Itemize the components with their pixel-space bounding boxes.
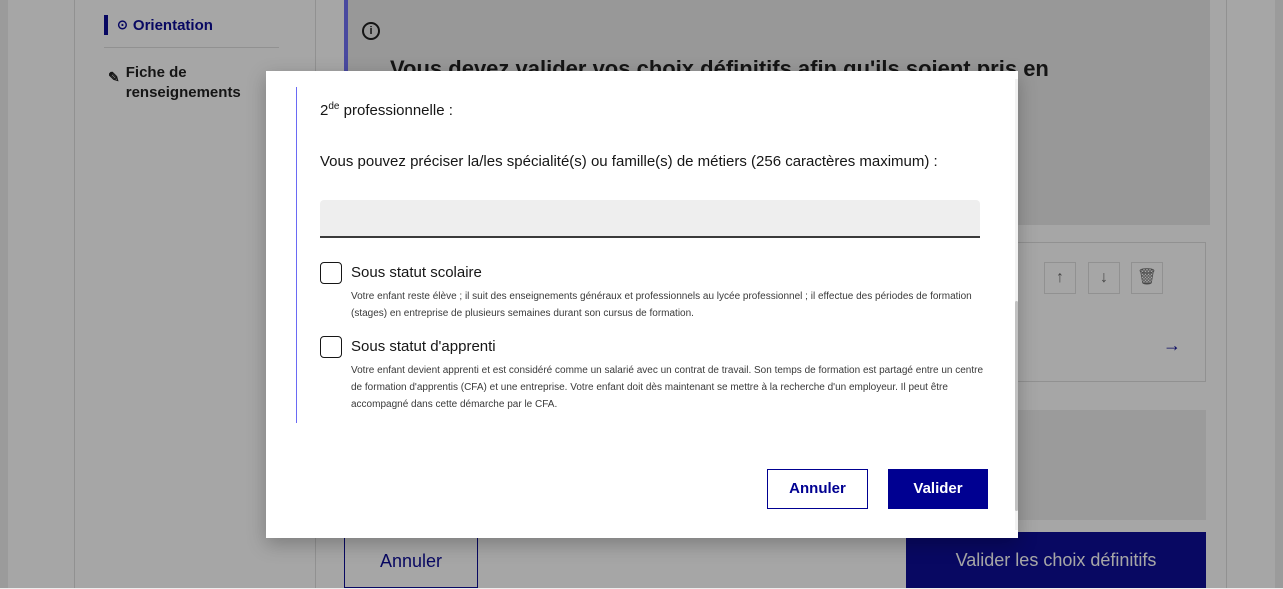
option-description: Votre enfant devient apprenti et est con…: [351, 365, 984, 410]
checkbox[interactable]: [320, 262, 342, 284]
scroll-down-icon[interactable]: ⌄: [1017, 521, 1018, 532]
checkbox[interactable]: [320, 336, 342, 358]
option-title: Sous statut d'apprenti: [351, 338, 496, 355]
modal-cancel-button[interactable]: Annuler: [767, 469, 868, 509]
modal-scrollbar-thumb[interactable]: [1015, 301, 1018, 511]
specialty-input[interactable]: [320, 200, 980, 238]
modal-accent-line: [296, 87, 297, 423]
choice-modal: 2de professionnelle : Vous pouvez précis…: [266, 71, 1018, 538]
modal-validate-button[interactable]: Valider: [888, 469, 988, 509]
scroll-up-icon[interactable]: ⌃: [1017, 81, 1018, 92]
option-title: Sous statut scolaire: [351, 264, 482, 281]
modal-heading: 2de professionnelle :: [320, 101, 453, 119]
option-description: Votre enfant reste élève ; il suit des e…: [351, 291, 972, 319]
specialty-label: Vous pouvez préciser la/les spécialité(s…: [320, 153, 938, 170]
